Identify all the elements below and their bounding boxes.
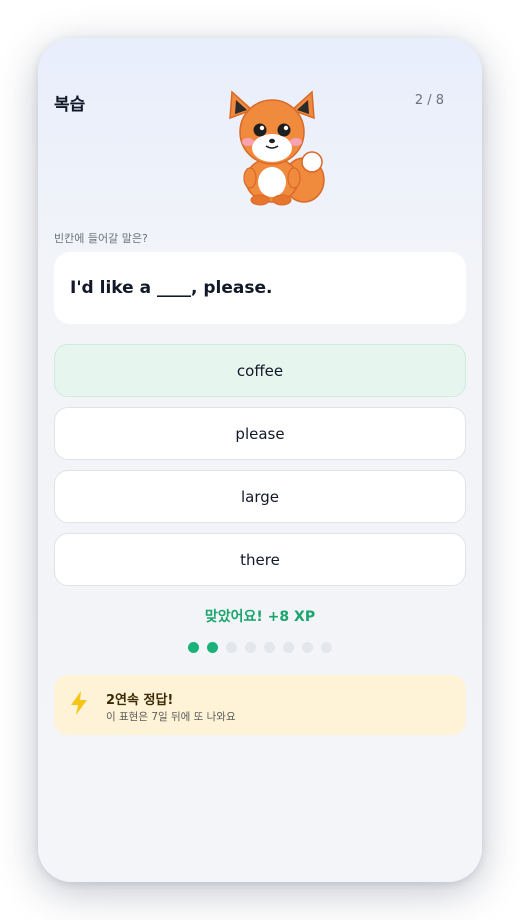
streak-card: 2연속 정답! 이 표현은 7일 뒤에 또 나와요 (54, 675, 466, 735)
lightning-icon (71, 691, 87, 715)
streak-title: 2연속 정답! (106, 693, 174, 708)
question-card: I'd like a ____, please. (54, 252, 466, 324)
page-title: 복습 (54, 95, 86, 115)
streak-subtitle: 이 표현은 7일 뒤에 또 나와요 (106, 711, 236, 723)
answer-option-label: coffee (236, 361, 284, 380)
progress-dot (302, 642, 313, 653)
fox-mascot-icon (229, 90, 325, 206)
feedback-message: 맞았어요! +8 XP (204, 609, 316, 625)
progress-dot (188, 642, 199, 653)
app-screen: 복습 2 / 8 빈칸에 들어갈 말은? I'd like a ____, pl… (38, 38, 482, 882)
progress-dot (283, 642, 294, 653)
progress-dot (245, 642, 256, 653)
progress-dot (226, 642, 237, 653)
question-sentence: I'd like a ____, please. (70, 278, 273, 298)
progress-dot (264, 642, 275, 653)
answer-option-there[interactable]: there (54, 533, 466, 586)
answer-option-large[interactable]: large (54, 470, 466, 523)
answer-option-label: there (240, 550, 280, 569)
progress-dot (207, 642, 218, 653)
question-prompt: 빈칸에 들어갈 말은? (54, 232, 148, 245)
progress-dot (321, 642, 332, 653)
answer-option-label: large (240, 487, 279, 506)
question-counter: 2 / 8 (414, 93, 444, 108)
answer-option-please[interactable]: please (54, 407, 466, 460)
answer-option-label: please (235, 424, 285, 443)
answer-option-coffee[interactable]: coffee (54, 344, 466, 397)
progress-dots (38, 642, 482, 653)
